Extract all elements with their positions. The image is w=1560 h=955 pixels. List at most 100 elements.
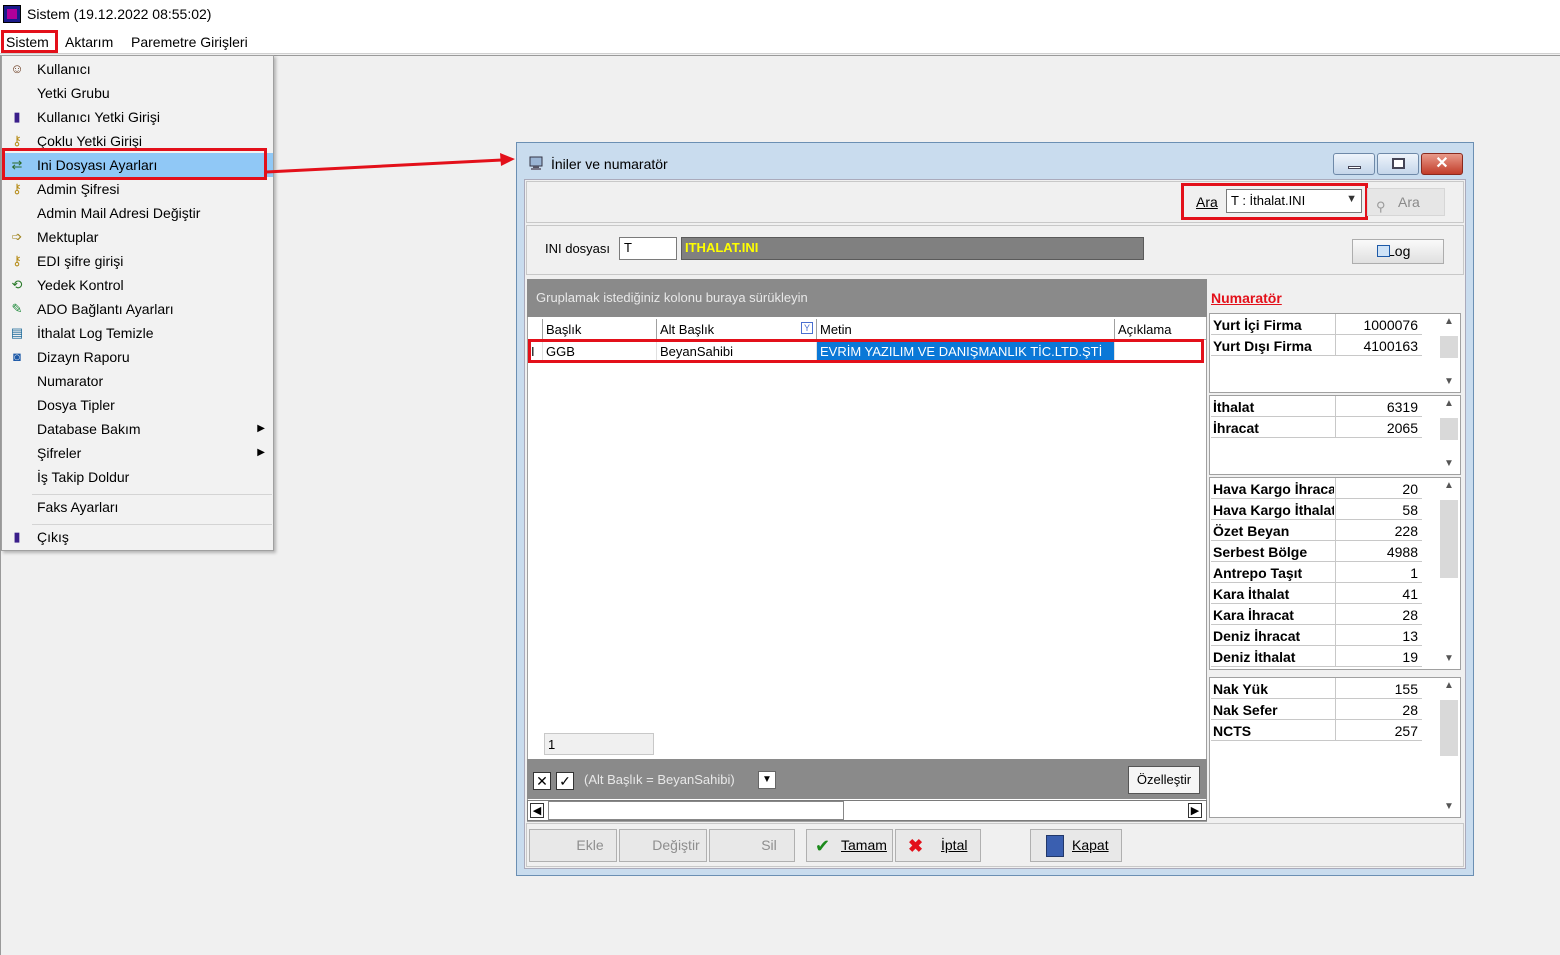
- degistir-button[interactable]: Değiştir: [619, 829, 707, 862]
- menu-item-oklu-yetki-giri-i[interactable]: ⚷ Çoklu Yetki Girişi: [2, 129, 273, 153]
- menu-item-admin-mail-adresi-de-i-tir[interactable]: Admin Mail Adresi Değiştir: [2, 201, 273, 225]
- numerator-row[interactable]: Serbest Bölge 4988: [1211, 541, 1422, 562]
- numerator-value[interactable]: 155: [1336, 681, 1418, 697]
- column-header-alt-baslik[interactable]: Alt Başlık Y: [657, 319, 817, 340]
- log-button[interactable]: Log: [1352, 239, 1444, 264]
- menu-item-kullan-c[interactable]: ☺ Kullanıcı: [2, 57, 273, 81]
- iptal-button[interactable]: ✖ İptal: [895, 829, 981, 862]
- scroll-down-icon[interactable]: ▼: [1440, 653, 1458, 667]
- numerator-row[interactable]: Hava Kargo İhracat 20: [1211, 478, 1422, 499]
- menu-aktarim[interactable]: Aktarım: [62, 33, 116, 51]
- numerator-row[interactable]: Antrepo Taşıt 1: [1211, 562, 1422, 583]
- menu-item-i-takip-doldur[interactable]: İş Takip Doldur: [2, 465, 273, 489]
- group-by-panel[interactable]: Gruplamak istediğiniz kolonu buraya sürü…: [527, 279, 1207, 317]
- scroll-up-icon[interactable]: ▲: [1440, 316, 1458, 330]
- cell-alt-baslik[interactable]: BeyanSahibi: [657, 341, 817, 361]
- kapat-button[interactable]: Kapat: [1030, 829, 1122, 862]
- sil-button[interactable]: Sil: [709, 829, 795, 862]
- ini-file-combobox[interactable]: T : İthalat.INI ▼: [1226, 189, 1362, 213]
- numerator-row[interactable]: Kara İthalat 41: [1211, 583, 1422, 604]
- scroll-up-icon[interactable]: ▲: [1440, 680, 1458, 694]
- menu-item-k[interactable]: ▮ Çıkış: [2, 525, 273, 549]
- tamam-button[interactable]: ✔ Tamam: [806, 829, 893, 862]
- scroll-down-icon[interactable]: ▼: [1440, 458, 1458, 472]
- vertical-scroll-thumb[interactable]: [1440, 418, 1458, 440]
- filter-active-checkbox[interactable]: ✓: [556, 772, 574, 790]
- column-header-metin[interactable]: Metin: [817, 319, 1115, 340]
- menu-item-database-bak-m[interactable]: Database Bakım ▶: [2, 417, 273, 441]
- column-header-baslik[interactable]: Başlık: [543, 319, 657, 340]
- numerator-row[interactable]: NCTS 257: [1211, 720, 1422, 741]
- numerator-value[interactable]: 228: [1336, 523, 1418, 539]
- menu-item-i-thalat-log-temizle[interactable]: ▤ İthalat Log Temizle: [2, 321, 273, 345]
- menu-item-edi-ifre-giri-i[interactable]: ⚷ EDI şifre girişi: [2, 249, 273, 273]
- scroll-left-icon[interactable]: ◀: [530, 803, 544, 818]
- numerator-value[interactable]: 58: [1336, 502, 1418, 518]
- ini-code-input[interactable]: T: [619, 237, 677, 260]
- ekle-button[interactable]: Ekle: [529, 829, 617, 862]
- maximize-button[interactable]: [1377, 153, 1419, 175]
- numerator-value[interactable]: 1000076: [1336, 317, 1418, 333]
- numerator-value[interactable]: 19: [1336, 649, 1418, 665]
- numerator-row[interactable]: Deniz İhracat 13: [1211, 625, 1422, 646]
- numerator-value[interactable]: 257: [1336, 723, 1418, 739]
- filter-icon[interactable]: Y: [801, 322, 813, 334]
- numerator-row[interactable]: İthalat 6319: [1211, 396, 1422, 417]
- numerator-value[interactable]: 20: [1336, 481, 1418, 497]
- menu-item-mektuplar[interactable]: ➩ Mektuplar: [2, 225, 273, 249]
- numerator-row[interactable]: Kara İhracat 28: [1211, 604, 1422, 625]
- scroll-up-icon[interactable]: ▲: [1440, 480, 1458, 494]
- vertical-scroll-thumb[interactable]: [1440, 700, 1458, 756]
- cell-metin[interactable]: EVRİM YAZILIM VE DANIŞMANLIK TİC.LTD.ŞTİ: [817, 341, 1115, 361]
- menu-item-yedek-kontrol[interactable]: ⟲ Yedek Kontrol: [2, 273, 273, 297]
- numerator-row[interactable]: Nak Sefer 28: [1211, 699, 1422, 720]
- menu-sistem[interactable]: Sistem: [3, 33, 52, 51]
- menu-item-dosya-tipler[interactable]: Dosya Tipler: [2, 393, 273, 417]
- scroll-right-icon[interactable]: ▶: [1188, 803, 1202, 818]
- numerator-row[interactable]: Özet Beyan 228: [1211, 520, 1422, 541]
- menu-item-numarator[interactable]: Numarator: [2, 369, 273, 393]
- scroll-up-icon[interactable]: ▲: [1440, 398, 1458, 412]
- numerator-row[interactable]: Yurt Dışı Firma 4100163: [1211, 335, 1422, 356]
- column-header-aciklama[interactable]: Açıklama: [1115, 319, 1206, 340]
- numerator-value[interactable]: 28: [1336, 702, 1418, 718]
- cell-baslik[interactable]: GGB: [543, 341, 657, 361]
- horizontal-scroll-thumb[interactable]: [548, 801, 844, 820]
- numerator-row[interactable]: Yurt İçi Firma 1000076: [1211, 314, 1422, 335]
- numerator-value[interactable]: 41: [1336, 586, 1418, 602]
- filter-history-dropdown[interactable]: ▼: [758, 771, 776, 789]
- numerator-row[interactable]: Deniz İthalat 19: [1211, 646, 1422, 667]
- vertical-scroll-thumb[interactable]: [1440, 500, 1458, 578]
- menu-item-yetki-grubu[interactable]: Yetki Grubu: [2, 81, 273, 105]
- menu-item-faks-ayarlar[interactable]: Faks Ayarları: [2, 495, 273, 519]
- menu-item-ifreler[interactable]: Şifreler ▶: [2, 441, 273, 465]
- numerator-value[interactable]: 4988: [1336, 544, 1418, 560]
- ara-button[interactable]: ⚲ Ara: [1367, 188, 1445, 216]
- menu-item-admin-ifresi[interactable]: ⚷ Admin Şifresi: [2, 177, 273, 201]
- numerator-value[interactable]: 2065: [1336, 420, 1418, 436]
- minimize-button[interactable]: [1333, 153, 1375, 175]
- numerator-row[interactable]: İhracat 2065: [1211, 417, 1422, 438]
- scroll-down-icon[interactable]: ▼: [1440, 801, 1458, 815]
- close-button[interactable]: ✕: [1421, 153, 1463, 175]
- table-row[interactable]: I GGB BeyanSahibi EVRİM YAZILIM VE DANIŞ…: [528, 341, 1206, 362]
- menu-item-dizayn-raporu[interactable]: ◙ Dizayn Raporu: [2, 345, 273, 369]
- numerator-value[interactable]: 13: [1336, 628, 1418, 644]
- numerator-value[interactable]: 28: [1336, 607, 1418, 623]
- vertical-scroll-thumb[interactable]: [1440, 336, 1458, 358]
- numerator-value[interactable]: 1: [1336, 565, 1418, 581]
- menu-item-label: Kullanıcı: [37, 61, 91, 77]
- numerator-name: İthalat: [1213, 399, 1255, 415]
- menu-parametre-girisleri[interactable]: Paremetre Girişleri: [128, 33, 251, 51]
- clear-filter-checkbox[interactable]: ✕: [533, 772, 551, 790]
- numerator-row[interactable]: Nak Yük 155: [1211, 678, 1422, 699]
- numerator-value[interactable]: 4100163: [1336, 338, 1418, 354]
- cell-aciklama[interactable]: [1115, 341, 1206, 361]
- menu-item-ini-dosyas-ayarlar[interactable]: ⇄ Ini Dosyası Ayarları: [2, 153, 273, 177]
- scroll-down-icon[interactable]: ▼: [1440, 376, 1458, 390]
- ozellestir-button[interactable]: Özelleştir: [1128, 766, 1200, 794]
- menu-item-ado-ba-lant-ayarlar[interactable]: ✎ ADO Bağlantı Ayarları: [2, 297, 273, 321]
- numerator-value[interactable]: 6319: [1336, 399, 1418, 415]
- menu-item-kullan-c-yetki-giri-i[interactable]: ▮ Kullanıcı Yetki Girişi: [2, 105, 273, 129]
- numerator-row[interactable]: Hava Kargo İthalat 58: [1211, 499, 1422, 520]
